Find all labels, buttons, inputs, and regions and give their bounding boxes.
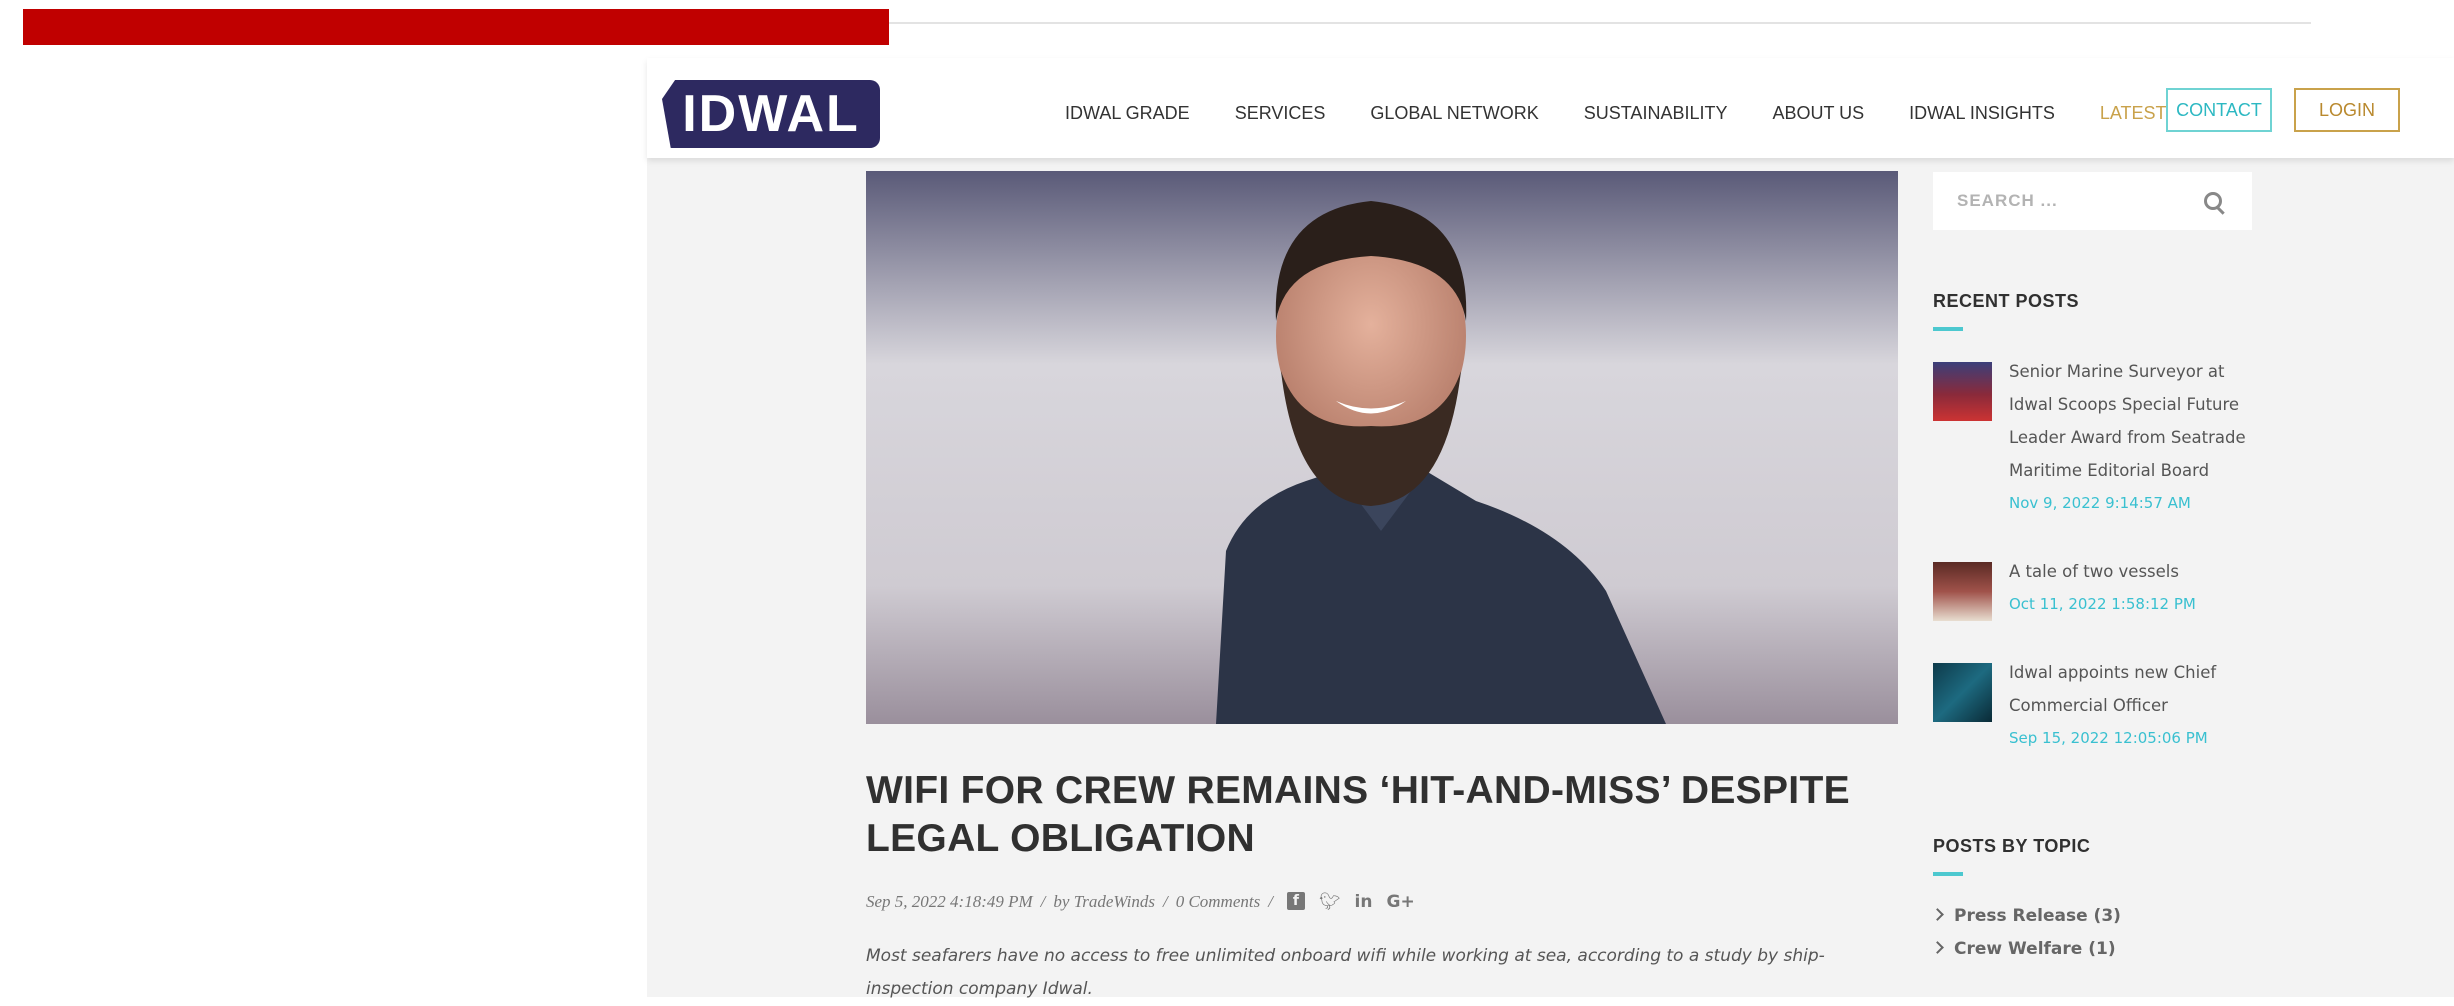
linkedin-icon[interactable]: in bbox=[1355, 892, 1373, 912]
recent-post-thumbnail[interactable] bbox=[1933, 562, 1992, 621]
recent-post-date: Oct 11, 2022 1:58:12 PM bbox=[2009, 595, 2196, 613]
topic-link-press-release[interactable]: Press Release (3) bbox=[1931, 900, 2121, 933]
article-comments[interactable]: 0 Comments bbox=[1176, 892, 1261, 912]
top-divider bbox=[889, 22, 2311, 24]
red-banner-bar bbox=[23, 9, 889, 45]
nav-idwal-grade[interactable]: IDWAL GRADE bbox=[1065, 103, 1190, 124]
site-header: IDWAL IDWAL GRADE SERVICES GLOBAL NETWOR… bbox=[647, 58, 2454, 158]
article-author[interactable]: by TradeWinds bbox=[1053, 892, 1155, 912]
search-icon[interactable] bbox=[2204, 192, 2222, 210]
topics-list: Press Release (3) Crew Welfare (1) bbox=[1931, 900, 2121, 966]
recent-post-date: Sep 15, 2022 12:05:06 PM bbox=[2009, 729, 2208, 747]
contact-button[interactable]: CONTACT bbox=[2166, 88, 2272, 132]
recent-post-title[interactable]: Senior Marine Surveyor at Idwal Scoops S… bbox=[2009, 355, 2249, 520]
nav-services[interactable]: SERVICES bbox=[1235, 103, 1326, 124]
article-meta: Sep 5, 2022 4:18:49 PM / by TradeWinds/ 0… bbox=[866, 892, 1415, 912]
nav-latest[interactable]: LATEST bbox=[2100, 103, 2167, 124]
nav-sustainability[interactable]: SUSTAINABILITY bbox=[1584, 103, 1728, 124]
topic-link-crew-welfare[interactable]: Crew Welfare (1) bbox=[1931, 933, 2121, 966]
recent-post-title[interactable]: A tale of two vessels Oct 11, 2022 1:58:… bbox=[2009, 555, 2249, 621]
google-plus-icon[interactable]: G+ bbox=[1386, 892, 1414, 912]
recent-post-thumbnail[interactable] bbox=[1933, 663, 1992, 722]
article-title: WIFI FOR CREW REMAINS ‘HIT-AND-MISS’ DES… bbox=[866, 769, 1850, 860]
chevron-right-icon bbox=[1931, 941, 1944, 954]
facebook-icon[interactable]: f bbox=[1286, 892, 1305, 910]
idwal-logo[interactable]: IDWAL bbox=[662, 80, 880, 148]
recent-post-date: Nov 9, 2022 9:14:57 AM bbox=[2009, 494, 2191, 512]
recent-posts-heading: RECENT POSTS bbox=[1933, 291, 2080, 331]
recent-post-thumbnail[interactable] bbox=[1933, 362, 1992, 421]
login-button[interactable]: LOGIN bbox=[2294, 88, 2400, 132]
article-excerpt: Most seafarers have no access to free un… bbox=[866, 946, 1825, 999]
share-icons: f 🐦︎ in G+ bbox=[1286, 892, 1415, 912]
nav-idwal-insights[interactable]: IDWAL INSIGHTS bbox=[1909, 103, 2055, 124]
main-nav: IDWAL GRADE SERVICES GLOBAL NETWORK SUST… bbox=[1065, 58, 2212, 168]
twitter-icon[interactable]: 🐦︎ bbox=[1319, 892, 1341, 912]
article-date: Sep 5, 2022 4:18:49 PM bbox=[866, 892, 1033, 911]
chevron-right-icon bbox=[1931, 908, 1944, 921]
nav-about-us[interactable]: ABOUT US bbox=[1772, 103, 1864, 124]
posts-by-topic-heading: POSTS BY TOPIC bbox=[1933, 836, 2091, 876]
search-input[interactable] bbox=[1955, 190, 2189, 212]
search-box bbox=[1933, 172, 2252, 230]
nav-global-network[interactable]: GLOBAL NETWORK bbox=[1370, 103, 1538, 124]
recent-post-title[interactable]: Idwal appoints new Chief Commercial Offi… bbox=[2009, 656, 2249, 755]
article-hero-image bbox=[866, 171, 1898, 724]
